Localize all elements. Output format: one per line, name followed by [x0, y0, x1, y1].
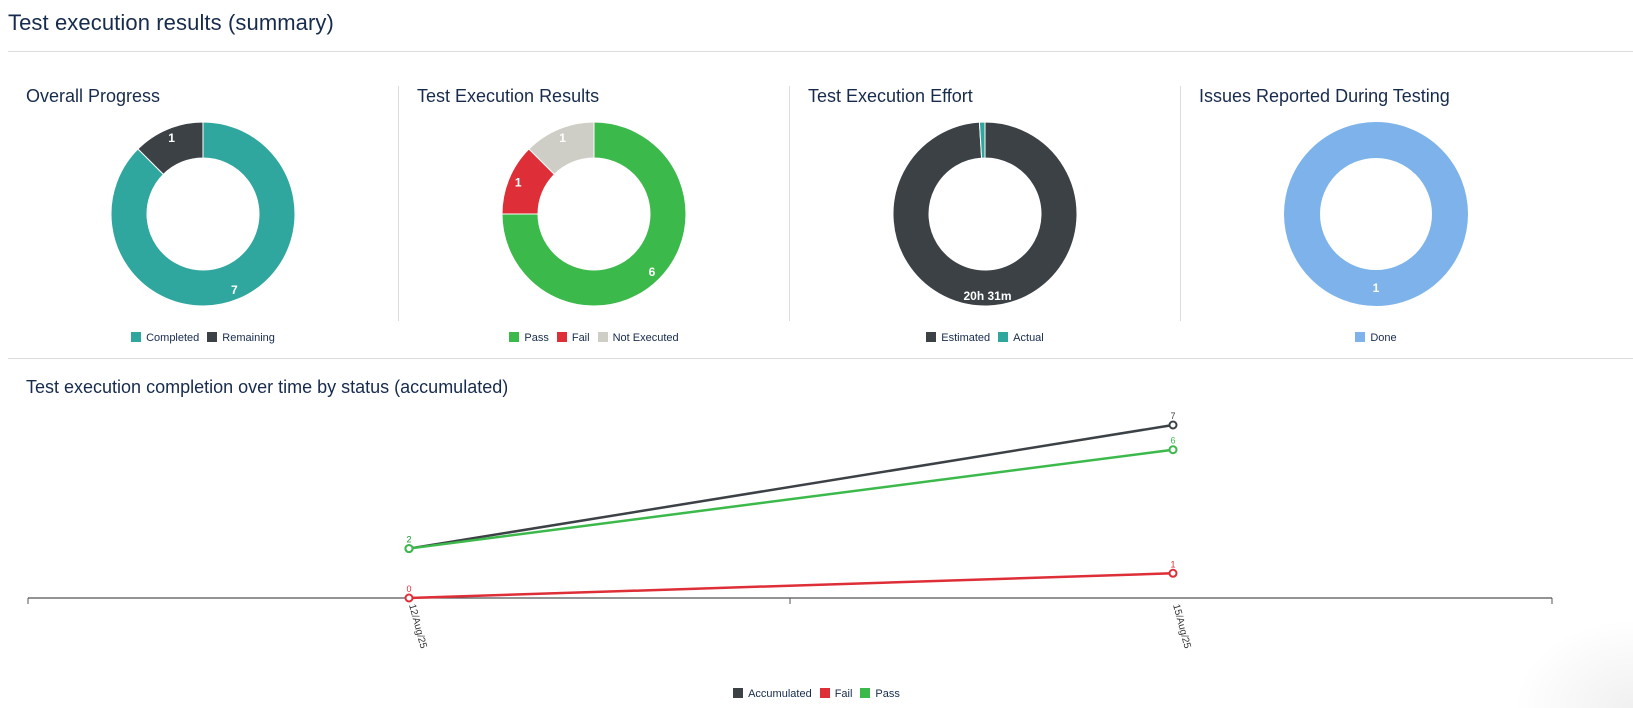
legend-swatch	[819, 688, 830, 698]
legend-label: Fail	[834, 688, 853, 700]
slice-label-remaining: 1	[168, 131, 175, 145]
corner-shadow	[1513, 618, 1633, 708]
panel-overall-progress: Overall Progress 71 Completed Remaining	[8, 66, 398, 356]
data-point-pass[interactable]	[404, 544, 414, 554]
legend-item-estimated[interactable]: Estimated	[926, 332, 990, 344]
series-line-pass[interactable]	[408, 448, 1174, 550]
slice-done[interactable]	[1284, 122, 1468, 306]
data-point-fail[interactable]	[404, 593, 414, 603]
data-label-accumulated: 7	[1170, 411, 1175, 421]
legend-label: Accumulated	[748, 688, 812, 700]
donut-chart: 1	[1284, 122, 1468, 306]
data-label-fail: 1	[1170, 559, 1175, 569]
chart-legend: Pass Fail Not Executed	[399, 332, 789, 344]
legend-swatch	[733, 688, 744, 698]
legend-label: Done	[1370, 332, 1397, 344]
slice-label-completed: 7	[231, 283, 238, 297]
legend-item-not-executed[interactable]: Not Executed	[597, 332, 679, 344]
legend-swatch	[509, 332, 520, 342]
data-label-pass: 6	[1170, 436, 1175, 446]
legend-item-actual[interactable]: Actual	[998, 332, 1044, 344]
slice-label-fail: 1	[515, 176, 522, 190]
panel-title: Test Execution Effort	[808, 86, 973, 106]
legend-label: Pass	[524, 332, 549, 344]
x-tick-label: 15/Aug/25	[1170, 603, 1193, 650]
panel-test-execution-results: Test Execution Results 6 1 1 Pass Fail Not E…	[399, 66, 789, 356]
legend-item-fail[interactable]: Fail	[819, 688, 853, 700]
legend-swatch	[1355, 332, 1366, 342]
legend-item-done[interactable]: Done	[1355, 332, 1397, 344]
page-title: Test execution results (summary)	[8, 10, 334, 35]
legend-label: Pass	[875, 688, 900, 700]
slice-label-pass: 6	[649, 265, 656, 279]
chart-legend: Estimated Actual	[790, 332, 1180, 344]
series-line-fail[interactable]	[408, 572, 1174, 600]
title-divider	[8, 51, 1633, 52]
legend-item-pass[interactable]: Pass	[509, 332, 549, 344]
panel-test-execution-effort: Test Execution Effort 20h 31m Estimated A…	[790, 66, 1180, 356]
data-label-pass: 2	[406, 535, 411, 545]
data-point-fail[interactable]	[1168, 568, 1178, 578]
legend-swatch	[998, 332, 1009, 342]
chart-legend: Done	[1181, 332, 1571, 344]
panel-title: Test Execution Results	[417, 86, 600, 106]
legend-swatch	[860, 688, 871, 698]
x-tick-label: 12/Aug/25	[406, 603, 429, 650]
legend-label: Remaining	[222, 332, 275, 344]
legend-item-completed[interactable]: Completed	[131, 332, 199, 344]
legend-label: Actual	[1013, 332, 1044, 344]
legend-label: Completed	[146, 332, 200, 344]
data-label-fail: 0	[406, 584, 411, 594]
series-line-accumulated[interactable]	[408, 423, 1174, 550]
legend-swatch	[597, 332, 608, 342]
legend-label: Estimated	[941, 332, 991, 344]
section-divider	[8, 358, 1633, 359]
legend-label: Fail	[571, 332, 590, 344]
legend-swatch	[207, 332, 218, 342]
legend-item-pass[interactable]: Pass	[860, 688, 900, 700]
donut-chart: 6 1 1	[501, 121, 687, 307]
slice-label-not-executed: 1	[559, 131, 566, 145]
slice-label-estimated: 20h 31m	[963, 289, 1011, 303]
timeline-legend: Accumulated Fail Pass	[0, 688, 1633, 700]
donut-chart: 20h 31m	[892, 121, 1078, 307]
panel-title: Issues Reported During Testing	[1199, 86, 1450, 106]
data-point-accumulated[interactable]	[1168, 420, 1178, 430]
slice-label-done: 1	[1373, 281, 1380, 295]
chart-legend: Completed Remaining	[8, 332, 398, 344]
donut-chart: 71	[110, 121, 296, 307]
legend-item-accumulated[interactable]: Accumulated	[733, 688, 812, 700]
legend-label: Not Executed	[612, 332, 679, 344]
panel-title: Overall Progress	[26, 86, 161, 106]
legend-item-remaining[interactable]: Remaining	[207, 332, 275, 344]
timeline-line-chart: 12/Aug/25 15/Aug/25270126	[27, 411, 1553, 650]
timeline-title: Test execution completion over time by s…	[26, 377, 509, 397]
legend-swatch	[131, 332, 142, 342]
legend-swatch	[556, 332, 567, 342]
legend-item-fail[interactable]: Fail	[556, 332, 590, 344]
data-point-pass[interactable]	[1168, 445, 1178, 455]
panel-issues-reported: Issues Reported During Testing 1 Done	[1181, 66, 1571, 356]
legend-swatch	[926, 332, 937, 342]
